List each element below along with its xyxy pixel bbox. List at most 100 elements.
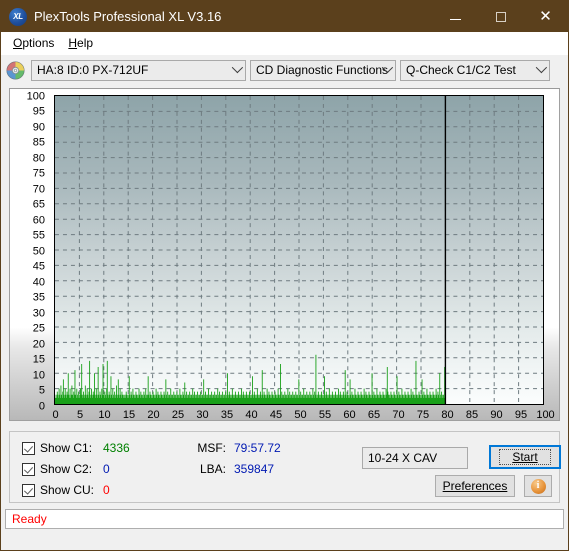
- y-tick-label: 65: [32, 198, 45, 211]
- function-select-value: CD Diagnostic Functions: [256, 63, 389, 77]
- lba-value: 359847: [234, 462, 275, 476]
- y-tick-label: 30: [32, 307, 45, 319]
- info-icon: i: [530, 478, 546, 494]
- y-tick-label: 50: [32, 245, 45, 257]
- y-tick-label: 0: [38, 400, 45, 412]
- application-window: XL PlexTools Professional XL V3.16 ✕ Opt…: [0, 0, 569, 551]
- x-tick-label: 35: [220, 409, 234, 421]
- menu-item-help[interactable]: Help: [62, 34, 101, 52]
- test-select[interactable]: Q-Check C1/C2 Test: [400, 59, 550, 81]
- x-tick-label: 5: [76, 409, 84, 421]
- speed-select[interactable]: 10-24 X CAV: [362, 447, 468, 469]
- close-icon: ✕: [539, 8, 552, 25]
- x-tick-label: 25: [171, 409, 185, 421]
- menu-item-options[interactable]: Options: [7, 34, 62, 52]
- x-tick-label: 40: [245, 409, 258, 421]
- x-tick-label: 55: [318, 409, 332, 421]
- msf-value: 79:57.72: [234, 441, 281, 455]
- show-c2-label: Show C2:: [40, 462, 93, 476]
- y-axis: 0 5 10 15 20 25 30 35 40 45 50 55 60 65 70 75 80 85 90 95 10…: [10, 91, 50, 412]
- menu-bar: Options Help: [1, 32, 568, 55]
- y-tick-label: 85: [32, 136, 45, 149]
- show-c2-row[interactable]: Show C2: 0: [22, 462, 110, 476]
- y-tick-label: 40: [32, 276, 45, 288]
- minimize-icon: [450, 19, 461, 20]
- menu-item-help-accel: H: [68, 36, 78, 50]
- show-c2-checkbox[interactable]: [22, 462, 35, 476]
- preferences-button-label: Preferences: [442, 479, 508, 493]
- show-cu-row[interactable]: Show CU: 0: [22, 483, 110, 497]
- x-tick-label: 10: [98, 409, 111, 421]
- y-tick-label: 100: [26, 90, 45, 102]
- cd-disc-icon: [6, 60, 25, 80]
- plot-area: [54, 95, 544, 405]
- chart-canvas: 0 5 10 15 20 25 30 35 40 45 50 55 60 65 70 75 80 85 90 95 10…: [10, 89, 559, 420]
- x-tick-label: 20: [147, 409, 160, 421]
- start-button[interactable]: Start: [489, 445, 561, 469]
- x-tick-label: 65: [367, 409, 381, 421]
- selector-toolbar: HA:8 ID:0 PX-712UF CD Diagnostic Functio…: [1, 55, 568, 85]
- msf-row: MSF: 79:57.72: [192, 441, 281, 455]
- x-tick-label: 90: [490, 409, 503, 421]
- show-c1-row[interactable]: Show C1: 4336: [22, 441, 130, 455]
- y-tick-label: 15: [32, 353, 45, 366]
- x-tick-label: 30: [196, 409, 209, 421]
- app-icon: XL: [9, 7, 27, 26]
- status-bar: Ready: [5, 509, 564, 529]
- x-tick-label: 70: [392, 409, 405, 421]
- test-select-value: Q-Check C1/C2 Test: [406, 63, 516, 77]
- device-select[interactable]: HA:8 ID:0 PX-712UF: [31, 59, 246, 81]
- y-tick-label: 20: [32, 338, 45, 350]
- msf-label: MSF:: [197, 441, 226, 455]
- title-bar: XL PlexTools Professional XL V3.16 ✕: [1, 1, 568, 32]
- y-tick-label: 80: [32, 152, 45, 164]
- menu-item-options-rest: ptions: [22, 36, 55, 50]
- speed-select-value: 10-24 X CAV: [368, 451, 438, 465]
- y-tick-label: 45: [32, 260, 45, 273]
- window-controls: ✕: [433, 1, 568, 32]
- c2-count-value: 0: [103, 462, 110, 476]
- x-tick-label: 95: [514, 409, 528, 421]
- x-tick-label: 45: [269, 409, 283, 421]
- c1-count-value: 4336: [103, 441, 130, 455]
- chevron-down-icon: [535, 61, 548, 74]
- show-c1-label: Show C1:: [40, 441, 93, 455]
- minimize-button[interactable]: [433, 1, 478, 32]
- show-cu-label: Show CU:: [40, 483, 95, 497]
- y-tick-label: 35: [32, 291, 45, 304]
- x-tick-label: 100: [536, 409, 555, 421]
- window-title: PlexTools Professional XL V3.16: [34, 9, 222, 24]
- y-tick-label: 95: [32, 105, 45, 118]
- y-tick-label: 60: [32, 214, 45, 226]
- menu-item-help-rest: elp: [77, 36, 94, 50]
- y-tick-label: 75: [32, 167, 45, 180]
- start-button-label: Start: [499, 449, 551, 465]
- x-axis: 0 5 10 15 20 25 30 35 40 45 50 55 60 65 70 75 80 85 90 95 10…: [52, 409, 554, 421]
- x-tick-label: 50: [294, 409, 307, 421]
- chart-panel: 0 5 10 15 20 25 30 35 40 45 50 55 60 65 70 75 80 85 90 95 10…: [9, 88, 560, 421]
- y-tick-label: 10: [32, 369, 45, 381]
- lba-label: LBA:: [199, 462, 226, 476]
- function-select[interactable]: CD Diagnostic Functions: [250, 59, 396, 81]
- show-cu-checkbox[interactable]: [22, 483, 35, 497]
- maximize-icon: [495, 11, 506, 22]
- y-tick-label: 90: [32, 121, 45, 133]
- status-text: Ready: [12, 512, 47, 526]
- x-tick-label: 85: [465, 409, 479, 421]
- x-tick-label: 15: [122, 409, 136, 421]
- show-c1-checkbox[interactable]: [22, 441, 35, 455]
- close-button[interactable]: ✕: [523, 1, 568, 32]
- data-end-marker: [444, 96, 447, 404]
- y-tick-label: 5: [38, 384, 45, 397]
- x-tick-label: 0: [52, 409, 59, 421]
- lba-row: LBA: 359847: [192, 462, 274, 476]
- maximize-button[interactable]: [478, 1, 523, 32]
- menu-item-options-accel: O: [13, 36, 23, 50]
- cu-count-value: 0: [103, 483, 110, 497]
- preferences-button[interactable]: Preferences: [435, 475, 515, 497]
- x-tick-label: 60: [343, 409, 356, 421]
- y-tick-label: 25: [32, 322, 45, 335]
- info-button[interactable]: i: [524, 475, 552, 497]
- x-tick-label: 80: [441, 409, 454, 421]
- y-tick-label: 55: [32, 229, 45, 242]
